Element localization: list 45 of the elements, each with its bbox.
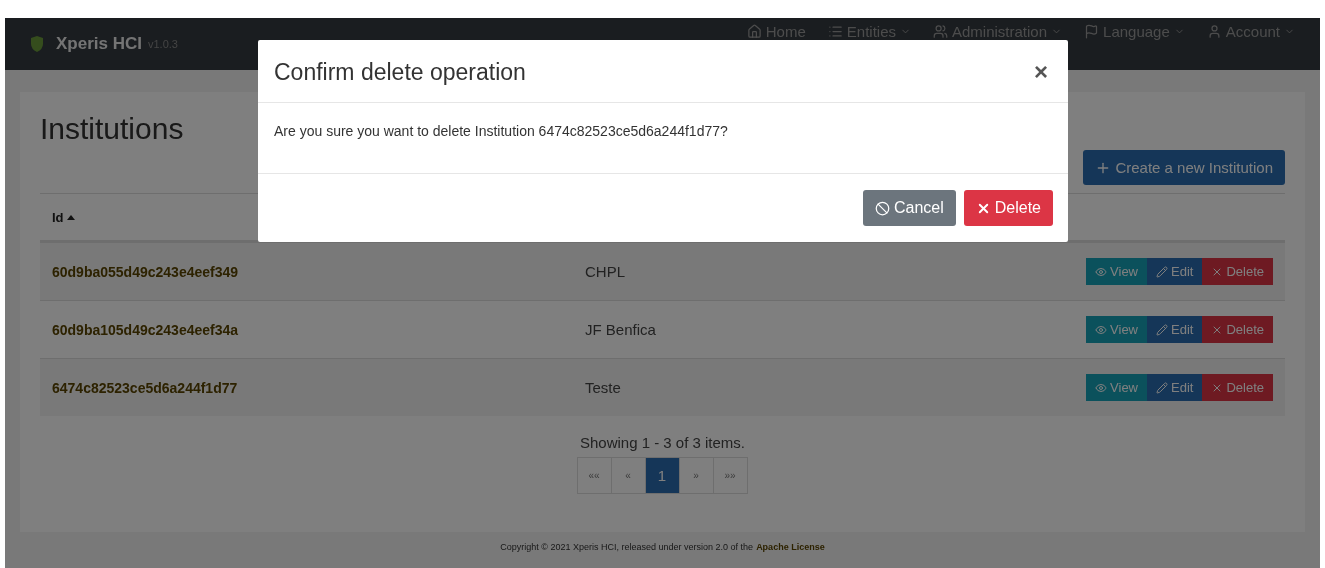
copyright-text: Copyright © 2021 Xperis HCI, released under version 2.0 of the xyxy=(500,542,754,552)
list-icon xyxy=(827,24,843,39)
table-cell-text: CHPL xyxy=(585,263,626,280)
table-cell-text: Teste xyxy=(585,379,622,396)
flag-icon xyxy=(1084,24,1100,39)
page-button[interactable]: « xyxy=(610,457,646,494)
edit-button[interactable]: Edit xyxy=(1147,316,1203,343)
table-cell-text: JF Benfica xyxy=(585,321,657,338)
shield-logo-icon xyxy=(30,36,44,52)
edit-button[interactable]: Edit xyxy=(1147,374,1203,401)
page-title: Institutions xyxy=(40,112,184,146)
pagination-summary: Showing 1 - 3 of 3 items. xyxy=(578,434,747,451)
page-button[interactable]: 1 xyxy=(644,457,680,494)
home-icon xyxy=(746,24,762,39)
edit-button[interactable]: Edit xyxy=(1147,258,1203,285)
delete-button[interactable]: Delete xyxy=(1202,258,1273,285)
id-link[interactable]: 60d9ba105d49c243e4eef34a xyxy=(52,321,585,338)
create-button[interactable]: Create a new Institution xyxy=(1083,150,1285,185)
eye-icon xyxy=(1095,265,1108,278)
id-link[interactable]: 6474c82523ce5d6a244f1d77 xyxy=(52,379,585,396)
close-button[interactable]: × xyxy=(1030,58,1052,86)
sort-up-icon xyxy=(66,214,75,220)
pencil-icon xyxy=(1156,323,1168,336)
view-button[interactable]: View xyxy=(1086,316,1147,343)
page-button[interactable]: » xyxy=(678,457,714,494)
pencil-icon xyxy=(1156,381,1168,394)
ban-icon xyxy=(874,200,890,216)
eye-icon xyxy=(1095,323,1108,336)
user-icon xyxy=(1206,24,1222,39)
pencil-icon xyxy=(1156,265,1168,278)
id-link[interactable]: 60d9ba055d49c243e4eef349 xyxy=(52,263,585,280)
users-icon xyxy=(933,24,948,39)
delete-button[interactable]: Delete xyxy=(1202,316,1273,343)
brand-name[interactable]: Xperis HCI xyxy=(56,34,142,54)
view-button[interactable]: View xyxy=(1086,258,1147,285)
dialog-title: Confirm delete operation xyxy=(274,58,526,86)
page-button[interactable]: »» xyxy=(712,457,748,494)
eye-icon xyxy=(1095,381,1108,394)
delete-button[interactable]: Delete xyxy=(1202,374,1273,401)
license-link[interactable]: Apache License xyxy=(756,542,825,552)
dialog-message: Are you sure you want to delete Institution 6474c82523ce5d6a244f1d77? xyxy=(258,103,1068,174)
page-button[interactable]: «« xyxy=(576,457,612,494)
cancel-button[interactable]: Cancel xyxy=(862,190,956,226)
delete-button[interactable]: Delete xyxy=(963,190,1053,226)
view-button[interactable]: View xyxy=(1086,374,1147,401)
